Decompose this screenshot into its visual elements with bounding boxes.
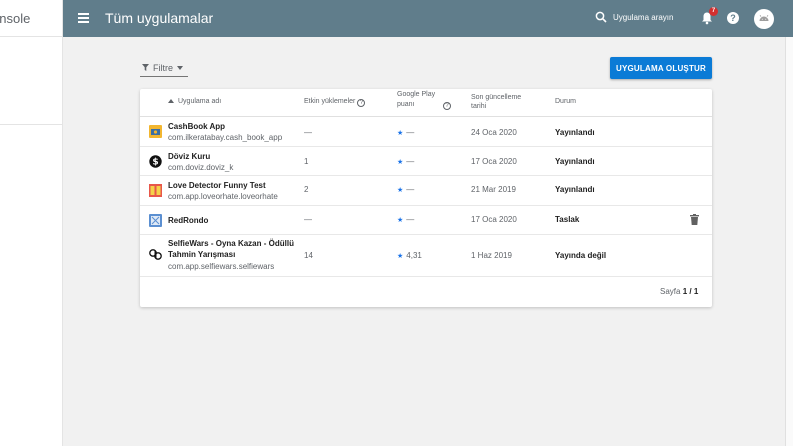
installs-value: — xyxy=(304,215,312,224)
column-header-name[interactable]: Uygulama adı xyxy=(168,98,221,105)
app-title: Döviz Kuru xyxy=(168,152,211,161)
status-value: Yayında değil xyxy=(555,251,607,260)
notification-badge: 7 xyxy=(709,7,718,16)
app-title: RedRondo xyxy=(168,216,209,225)
menu-icon[interactable] xyxy=(78,13,89,23)
updated-value: 17 Oca 2020 xyxy=(471,215,517,224)
pagination: Sayfa 1 / 1 xyxy=(660,287,698,296)
updated-value: 24 Oca 2020 xyxy=(471,128,517,137)
status-value: Yayınlandı xyxy=(555,185,595,194)
table-row[interactable]: SelfieWars - Oyna Kazan - Ödüllü Tahmin … xyxy=(140,235,712,277)
table-row[interactable]: $ Döviz Kuru com.doviz.doviz_k 1 ★ — 17 O… xyxy=(140,147,712,176)
table-row[interactable]: RedRondo — ★ — 17 Oca 2020 Taslak xyxy=(140,206,712,235)
column-header-updated[interactable]: Son güncelleme tarihi xyxy=(471,93,531,111)
status-value: Yayınlandı xyxy=(555,157,595,166)
app-title: CashBook App xyxy=(168,122,226,131)
android-avatar-icon xyxy=(759,14,769,21)
cashbook-app-icon xyxy=(149,125,162,138)
avatar[interactable] xyxy=(754,9,774,29)
console-brand[interactable]: onsole xyxy=(0,0,62,37)
right-scroll-edge[interactable] xyxy=(785,37,793,446)
column-header-installs-label: Etkin yüklemeler xyxy=(304,98,356,105)
star-icon: ★ xyxy=(397,159,404,166)
app-package: com.doviz.doviz_k xyxy=(168,163,234,172)
redrondo-app-icon xyxy=(149,214,162,227)
filter-dropdown[interactable]: Filtre xyxy=(140,62,188,77)
star-icon: ★ xyxy=(397,253,404,260)
column-header-status[interactable]: Durum xyxy=(555,98,576,105)
column-header-rating[interactable]: Google Play puanı? xyxy=(397,90,457,110)
rating-text: 4,31 xyxy=(406,251,422,260)
sort-ascending-icon xyxy=(168,99,174,103)
left-sidebar: onsole xyxy=(0,0,63,446)
help-circle-icon[interactable]: ? xyxy=(443,102,451,110)
star-icon: ★ xyxy=(397,217,404,224)
rating-value: ★ 4,31 xyxy=(397,251,422,260)
trash-icon[interactable] xyxy=(690,214,699,225)
console-brand-label: onsole xyxy=(0,11,31,26)
star-icon: ★ xyxy=(397,130,404,137)
funnel-icon xyxy=(142,64,149,71)
status-value: Taslak xyxy=(555,215,580,224)
help-icon[interactable]: ? xyxy=(727,12,739,24)
rating-text: — xyxy=(406,128,415,137)
status-value: Yayınlandı xyxy=(555,128,595,137)
love-detector-app-icon xyxy=(149,184,162,197)
updated-value: 1 Haz 2019 xyxy=(471,251,512,260)
doviz-app-icon: $ xyxy=(149,155,162,168)
rating-text: — xyxy=(406,215,415,224)
page-title: Tüm uygulamalar xyxy=(105,10,214,26)
column-header-installs[interactable]: Etkin yüklemeler? xyxy=(304,98,366,107)
installs-value: 2 xyxy=(304,185,309,194)
app-package: com.ilkeratabay.cash_book_app xyxy=(168,133,283,142)
updated-value: 17 Oca 2020 xyxy=(471,157,517,166)
chevron-down-icon xyxy=(177,66,183,70)
rating-text: — xyxy=(406,157,415,166)
table-row[interactable]: Love Detector Funny Test com.app.loveorh… xyxy=(140,176,712,206)
star-icon: ★ xyxy=(397,187,404,194)
installs-value: — xyxy=(304,128,312,137)
app-title: SelfieWars - Oyna Kazan - Ödüllü Tahmin … xyxy=(168,239,294,259)
filter-label: Filtre xyxy=(153,63,173,73)
pagination-current: 1 / 1 xyxy=(682,287,699,296)
apps-table-card: Uygulama adı Etkin yüklemeler? Google Pl… xyxy=(140,89,712,307)
table-header: Uygulama adı Etkin yüklemeler? Google Pl… xyxy=(140,89,712,117)
rating-value: ★ — xyxy=(397,128,414,137)
rating-value: ★ — xyxy=(397,215,414,224)
app-package: com.app.loveorhate.loveorhate xyxy=(168,192,278,201)
help-circle-icon[interactable]: ? xyxy=(357,99,366,107)
rating-text: — xyxy=(406,185,415,194)
column-header-rating-label: Google Play puanı xyxy=(397,91,436,108)
selfiewars-app-icon xyxy=(149,249,162,260)
column-header-name-label: Uygulama adı xyxy=(178,98,222,105)
search-icon[interactable] xyxy=(595,11,607,23)
table-row[interactable]: CashBook App com.ilkeratabay.cash_book_a… xyxy=(140,117,712,147)
top-app-bar: Tüm uygulamalar Uygulama arayın 7 ? xyxy=(63,0,793,37)
installs-value: 14 xyxy=(304,251,313,260)
svg-text:$: $ xyxy=(152,158,158,168)
installs-value: 1 xyxy=(304,157,309,166)
app-title: Love Detector Funny Test xyxy=(168,181,266,190)
rating-value: ★ — xyxy=(397,185,414,194)
pagination-prefix: Sayfa xyxy=(660,287,681,296)
rating-value: ★ — xyxy=(397,157,414,166)
app-package: com.app.selfiewars.selfiewars xyxy=(168,262,275,271)
create-app-button[interactable]: UYGULAMA OLUŞTUR xyxy=(610,57,712,79)
updated-value: 21 Mar 2019 xyxy=(471,185,516,194)
sidebar-divider xyxy=(0,124,62,125)
search-input[interactable]: Uygulama arayın xyxy=(613,13,673,22)
